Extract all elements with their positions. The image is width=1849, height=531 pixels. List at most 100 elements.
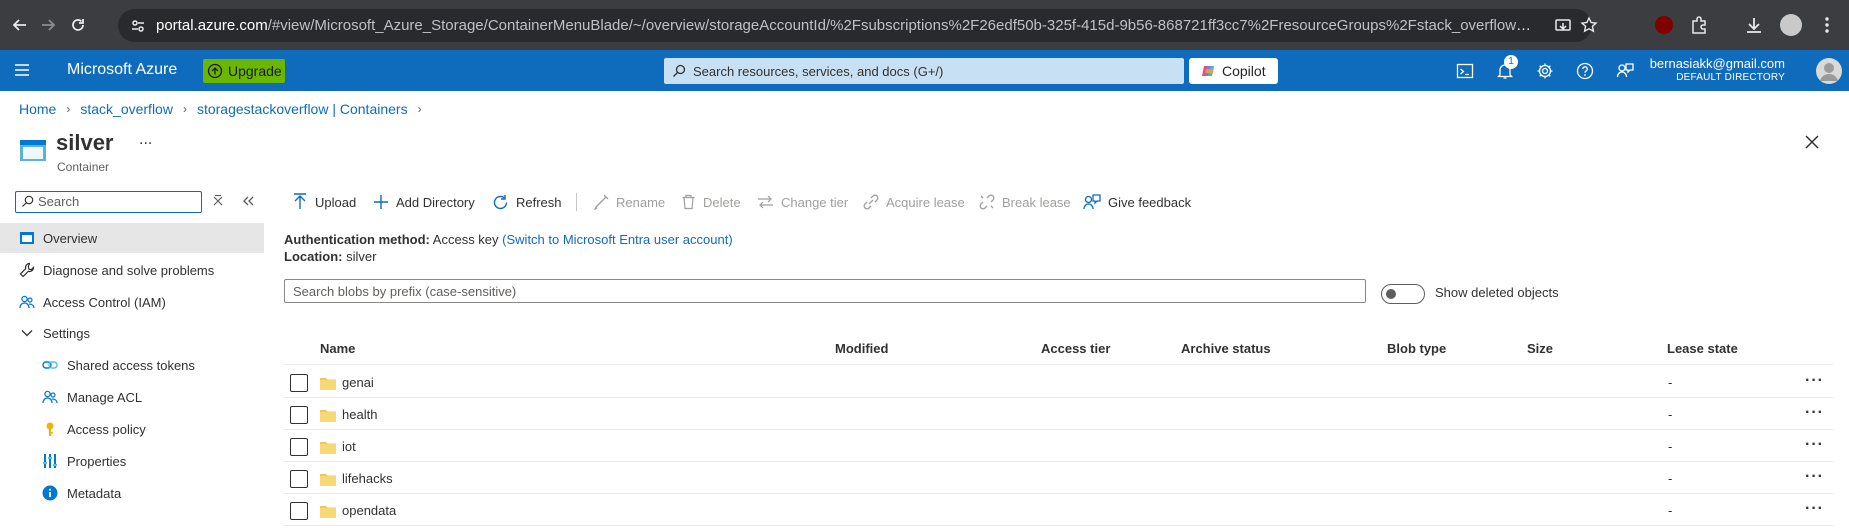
change-tier-button[interactable]: Change tier [757,191,848,213]
row-lease-state: - [1668,503,1673,518]
brand-title[interactable]: Microsoft Azure [67,61,177,79]
collapse-nav-icon[interactable] [241,194,255,208]
blob-search-placeholder: Search blobs by prefix (case-sensitive) [293,284,517,299]
profile-avatar-icon[interactable] [1780,14,1802,36]
row-checkbox[interactable] [290,374,308,392]
container-info: Authentication method: Access key (Switc… [284,231,733,265]
switch-auth-link[interactable]: (Switch to Microsoft Entra user account) [502,232,732,247]
add-directory-label: Add Directory [396,194,475,210]
page-title: silver [56,130,114,155]
reload-icon[interactable] [66,13,90,37]
row-checkbox[interactable] [290,406,308,424]
table-row[interactable]: opendata - ··· [284,494,1833,526]
upload-button[interactable]: Upload [292,191,356,213]
chevron-right-icon: › [417,102,422,116]
row-more-icon[interactable]: ··· [1805,372,1824,390]
rename-icon [593,194,609,210]
column-header-access-tier[interactable]: Access tier [1041,341,1110,356]
account-menu[interactable]: bernasiakk@gmail.com DEFAULT DIRECTORY [1650,56,1785,83]
more-options-button[interactable]: ... [139,131,152,149]
breadcrumb-containers[interactable]: storagestackoverflow | Containers [197,101,408,117]
nav-item-label: Properties [67,454,127,469]
hamburger-menu-icon[interactable] [14,63,30,77]
nav-item-access-control[interactable]: Access Control (IAM) [0,287,264,317]
give-feedback-button[interactable]: Give feedback [1083,191,1191,213]
column-header-archive-status[interactable]: Archive status [1181,341,1271,356]
row-more-icon[interactable]: ··· [1805,436,1824,454]
acquire-lease-button[interactable]: Acquire lease [863,191,965,213]
row-more-icon[interactable]: ··· [1805,500,1824,518]
column-header-modified[interactable]: Modified [835,341,888,356]
nav-item-metadata[interactable]: Metadata [0,478,264,508]
row-name[interactable]: health [342,407,377,422]
nav-group-settings[interactable]: Settings [0,318,264,348]
install-app-icon[interactable] [1554,17,1572,35]
row-lease-state: - [1668,471,1673,486]
row-checkbox[interactable] [290,470,308,488]
delete-button[interactable]: Delete [681,191,741,213]
address-bar[interactable]: portal.azure.com/#view/Microsoft_Azure_S… [118,9,1598,42]
browser-toolbar: portal.azure.com/#view/Microsoft_Azure_S… [0,0,1849,50]
nav-item-properties[interactable]: Properties [0,446,264,476]
wrench-icon [19,262,35,278]
row-more-icon[interactable]: ··· [1805,468,1824,486]
nav-item-shared-access-tokens[interactable]: Shared access tokens [0,350,264,380]
bookmark-star-icon[interactable] [1580,16,1598,34]
notification-count-badge: 1 [1504,55,1518,69]
azure-top-bar: Microsoft Azure Upgrade Search resources… [0,50,1849,91]
global-search-input[interactable]: Search resources, services, and docs (G+… [664,58,1184,84]
nav-search-input[interactable]: Search [15,191,202,213]
blob-prefix-search-input[interactable]: Search blobs by prefix (case-sensitive) [284,279,1366,303]
search-icon [22,195,34,207]
download-icon[interactable] [1744,15,1764,35]
row-name[interactable]: iot [342,439,356,454]
show-deleted-toggle[interactable] [1381,284,1425,304]
nav-item-label: Overview [43,231,98,246]
page-subtitle: Container [57,160,110,174]
user-avatar[interactable] [1816,58,1842,84]
column-header-name[interactable]: Name [320,341,355,356]
table-row[interactable]: genai - ··· [284,366,1833,398]
ublock-extension-icon[interactable] [1655,16,1673,34]
table-row[interactable]: health - ··· [284,398,1833,430]
cloud-shell-icon[interactable] [1456,62,1476,82]
rename-button[interactable]: Rename [593,191,665,213]
column-header-blob-type[interactable]: Blob type [1387,341,1446,356]
browser-menu-icon[interactable] [1817,15,1837,35]
breadcrumb-home[interactable]: Home [19,101,56,117]
column-header-size[interactable]: Size [1527,341,1553,356]
forward-icon[interactable] [36,13,60,37]
refresh-button[interactable]: Refresh [492,191,562,213]
upgrade-arrow-icon [207,63,223,79]
chevron-right-icon: › [66,102,71,116]
back-icon[interactable] [8,13,32,37]
nav-item-label: Shared access tokens [67,358,195,373]
settings-gear-icon[interactable] [1536,62,1556,82]
extensions-icon[interactable] [1689,15,1709,35]
help-icon[interactable] [1576,62,1596,82]
table-row[interactable]: lifehacks - ··· [284,462,1833,494]
row-name[interactable]: lifehacks [342,471,393,486]
row-checkbox[interactable] [290,502,308,520]
row-name[interactable]: opendata [342,503,396,518]
breadcrumb-resource-group[interactable]: stack_overflow [80,101,173,117]
site-info-icon[interactable] [130,18,146,34]
table-header-divider [284,364,1833,365]
nav-item-access-policy[interactable]: Access policy [0,414,264,444]
break-lease-button[interactable]: Break lease [979,191,1071,213]
nav-item-manage-acl[interactable]: Manage ACL [0,382,264,412]
nav-item-overview[interactable]: Overview [0,223,264,253]
feedback-icon[interactable] [1616,62,1636,82]
row-name[interactable]: genai [342,375,374,390]
add-directory-button[interactable]: Add Directory [373,191,475,213]
table-row[interactable]: iot - ··· [284,430,1833,462]
nav-item-label: Metadata [67,486,122,501]
row-more-icon[interactable]: ··· [1805,404,1824,422]
copilot-button[interactable]: Copilot [1189,58,1278,84]
row-checkbox[interactable] [290,438,308,456]
close-icon[interactable] [1804,134,1820,150]
clear-filter-icon[interactable] [211,194,225,208]
upgrade-button[interactable]: Upgrade [203,59,285,83]
column-header-lease-state[interactable]: Lease state [1667,341,1738,356]
nav-item-diagnose[interactable]: Diagnose and solve problems [0,255,264,285]
